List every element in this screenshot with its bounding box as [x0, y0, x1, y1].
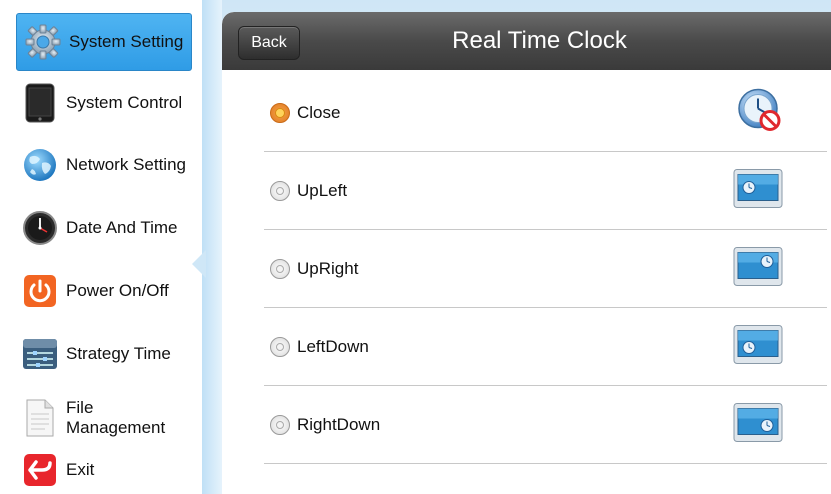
globe-icon [20, 145, 60, 185]
option-row-upleft[interactable]: UpLeft [264, 152, 827, 230]
sidebar-item-date-and-time[interactable]: Date And Time [14, 199, 192, 257]
radio-leftdown[interactable] [270, 337, 290, 357]
sidebar-item-network-setting[interactable]: Network Setting [14, 136, 192, 194]
option-row-upright[interactable]: UpRight [264, 230, 827, 308]
radio-close[interactable] [270, 103, 290, 123]
option-label: UpRight [297, 259, 359, 278]
exit-icon [20, 450, 60, 490]
sidebar-item-label: Power On/Off [66, 281, 169, 300]
sliders-icon [20, 334, 60, 374]
sidebar-item-system-setting[interactable]: System Setting [16, 13, 192, 71]
sidebar-item-label: System Control [66, 93, 183, 112]
option-label: Close [297, 103, 341, 122]
sidebar-item-label: Management [66, 418, 166, 437]
screen-clock-icon [733, 403, 783, 448]
sidebar-item-label: System Setting [69, 32, 184, 51]
selection-pointer [192, 250, 206, 278]
option-row-leftdown[interactable]: LeftDown [264, 308, 827, 386]
sidebar-item-label: Network Setting [66, 155, 186, 174]
sidebar-item-label: File [66, 398, 94, 417]
clock-icon [20, 208, 60, 248]
tablet-icon [20, 83, 60, 123]
sidebar-divider [202, 0, 222, 494]
sidebar-item-power-on-off[interactable]: Power On/Off [14, 262, 192, 320]
radio-upleft[interactable] [270, 181, 290, 201]
power-icon [20, 271, 60, 311]
sidebar-item-label: Exit [66, 460, 95, 479]
screen-clock-icon [733, 325, 783, 370]
document-icon [20, 398, 60, 438]
header-bar: Back Real Time Clock [222, 12, 831, 70]
option-row-rightdown[interactable]: RightDown [264, 386, 827, 464]
gear-icon [23, 22, 63, 62]
radio-upright[interactable] [270, 259, 290, 279]
sidebar-item-exit[interactable]: Exit [14, 447, 192, 493]
sidebar-item-file-management[interactable]: File Management [14, 389, 192, 447]
option-label: RightDown [297, 415, 381, 434]
clock-disabled-icon [737, 88, 783, 139]
screen-clock-icon [733, 169, 783, 214]
row-divider [264, 463, 827, 464]
sidebar-item-label: Strategy Time [66, 344, 171, 363]
sidebar-item-strategy-time[interactable]: Strategy Time [14, 325, 192, 383]
radio-rightdown[interactable] [270, 415, 290, 435]
settings-panel: Back Real Time Clock Close UpLeft UpRigh… [222, 12, 831, 494]
screen-clock-icon [733, 247, 783, 292]
sidebar-item-label: Date And Time [66, 218, 178, 237]
option-label: LeftDown [297, 337, 369, 356]
option-row-close[interactable]: Close [264, 74, 827, 152]
sidebar: System Setting System Control Network Se… [0, 0, 202, 494]
sidebar-item-system-control[interactable]: System Control [14, 74, 192, 132]
page-title: Real Time Clock [452, 27, 627, 54]
option-label: UpLeft [297, 181, 348, 200]
